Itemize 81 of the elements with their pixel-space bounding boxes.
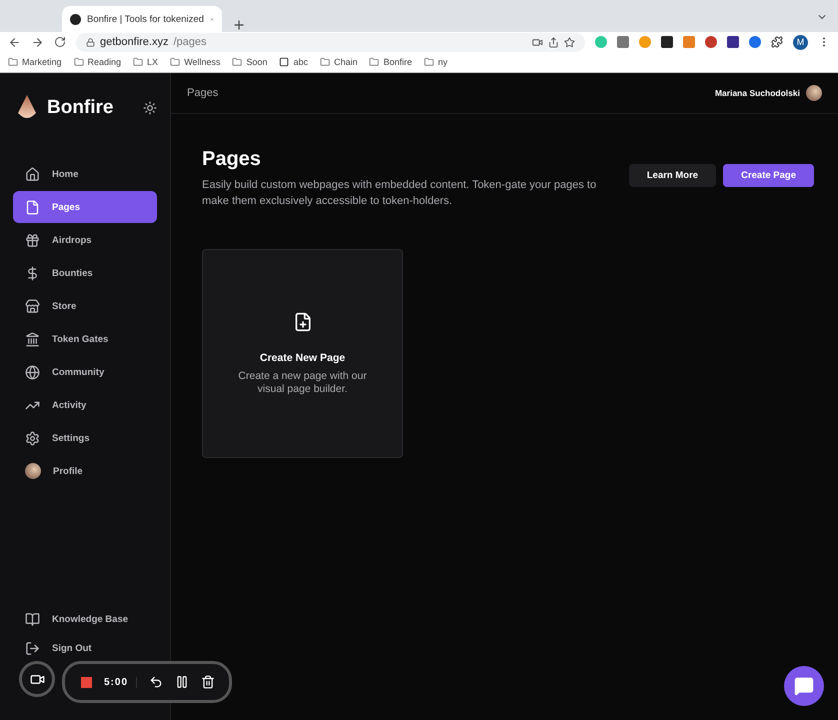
globe-icon bbox=[25, 364, 40, 380]
card-text: Create a new page with our visual page builder. bbox=[237, 370, 368, 396]
building-icon bbox=[25, 332, 40, 346]
lock-icon bbox=[86, 38, 95, 46]
bookmark[interactable]: Marketing bbox=[8, 57, 62, 67]
pause-icon[interactable] bbox=[175, 675, 190, 689]
tab-title: Bonfire | Tools for tokenized bbox=[87, 14, 204, 24]
trash-icon[interactable] bbox=[201, 675, 216, 689]
brand-name: Bonfire bbox=[47, 97, 114, 119]
folder-icon bbox=[369, 57, 380, 67]
sign-out-icon bbox=[25, 640, 40, 656]
user-name: Mariana Suchodolski bbox=[714, 88, 800, 98]
browser-tab[interactable]: Bonfire | Tools for tokenized bbox=[62, 6, 222, 32]
bookmark[interactable]: Chain bbox=[320, 57, 358, 67]
store-icon bbox=[25, 298, 40, 314]
nav-item[interactable]: Token Gates bbox=[13, 323, 157, 355]
logo-icon bbox=[17, 95, 37, 121]
create-page-card[interactable]: Create New Page Create a new page with our visual page builder. bbox=[202, 249, 403, 458]
star-icon[interactable] bbox=[564, 36, 575, 48]
sun-icon[interactable] bbox=[143, 101, 157, 115]
forward-icon[interactable] bbox=[31, 36, 44, 48]
folder-icon bbox=[170, 57, 180, 67]
book-icon bbox=[25, 612, 40, 626]
timer: 5:00 bbox=[104, 676, 138, 688]
extension-icon[interactable] bbox=[661, 36, 673, 48]
video-icon[interactable] bbox=[532, 36, 543, 48]
nav-item[interactable]: Settings bbox=[13, 422, 157, 454]
avatar-icon[interactable] bbox=[806, 85, 822, 101]
dollar-icon bbox=[25, 266, 40, 280]
settings-icon bbox=[25, 430, 40, 446]
folder-icon bbox=[424, 57, 434, 67]
nav-item[interactable]: Bounties bbox=[13, 257, 157, 289]
bookmark[interactable]: Soon bbox=[232, 57, 268, 67]
nav-item[interactable]: Community bbox=[13, 356, 157, 388]
card-title: Create New Page bbox=[260, 352, 346, 364]
page-description: Easily build custom webpages with embedded content. Token-gate your pages to make them exclusively accessible to token-holders. bbox=[202, 178, 598, 209]
avatar-icon bbox=[25, 463, 41, 479]
profile-avatar[interactable]: M bbox=[793, 34, 808, 50]
stop-icon[interactable] bbox=[81, 676, 92, 688]
reload-icon[interactable] bbox=[54, 36, 66, 48]
favicon-icon bbox=[70, 14, 81, 24]
extension-icon[interactable] bbox=[705, 36, 717, 48]
folder-icon bbox=[74, 57, 84, 67]
address-bar[interactable]: getbonfire.xyz /pages bbox=[76, 32, 585, 52]
nav-item[interactable]: Profile bbox=[13, 455, 157, 487]
extension-icon[interactable] bbox=[749, 36, 761, 48]
nav-item[interactable]: Knowledge Base bbox=[13, 605, 157, 633]
new-tab-icon[interactable] bbox=[232, 18, 246, 32]
extension-icon[interactable] bbox=[727, 36, 739, 48]
nav-item[interactable]: Airdrops bbox=[13, 224, 157, 256]
page-title: Pages bbox=[202, 148, 262, 171]
nav-item[interactable]: Store bbox=[13, 290, 157, 322]
create-button[interactable]: Create Page bbox=[723, 164, 814, 187]
folder-icon bbox=[320, 57, 330, 67]
url-path: /pages bbox=[173, 36, 207, 48]
folder-icon bbox=[232, 57, 242, 67]
back-icon[interactable] bbox=[8, 36, 21, 48]
bookmark[interactable]: Bonfire bbox=[369, 57, 412, 67]
learn-more-button[interactable]: Learn More bbox=[628, 164, 716, 187]
chat-icon bbox=[794, 676, 814, 696]
undo-icon[interactable] bbox=[149, 675, 164, 689]
nav-item[interactable]: Sign Out bbox=[13, 634, 157, 662]
puzzle-icon[interactable] bbox=[771, 36, 783, 48]
breadcrumb: Pages bbox=[187, 87, 218, 99]
chat-button[interactable] bbox=[784, 666, 824, 706]
bookmark[interactable]: abc bbox=[279, 57, 308, 67]
bookmark[interactable]: LX bbox=[133, 57, 158, 67]
home-icon bbox=[25, 166, 40, 182]
bookmark[interactable]: Wellness bbox=[170, 57, 220, 67]
folder-icon bbox=[133, 57, 144, 67]
nav-item[interactable]: Activity bbox=[13, 389, 157, 421]
bookmark[interactable]: ny bbox=[424, 57, 448, 67]
url-host: getbonfire.xyz bbox=[100, 36, 168, 48]
bookmark[interactable]: Reading bbox=[74, 57, 122, 67]
gift-icon bbox=[25, 232, 40, 248]
folder-icon bbox=[8, 57, 18, 67]
nav-item[interactable]: Pages bbox=[13, 191, 157, 223]
file-plus-icon bbox=[292, 312, 312, 332]
nav-item[interactable]: Home bbox=[13, 158, 157, 190]
share-icon[interactable] bbox=[548, 36, 559, 48]
document-icon bbox=[25, 200, 40, 214]
